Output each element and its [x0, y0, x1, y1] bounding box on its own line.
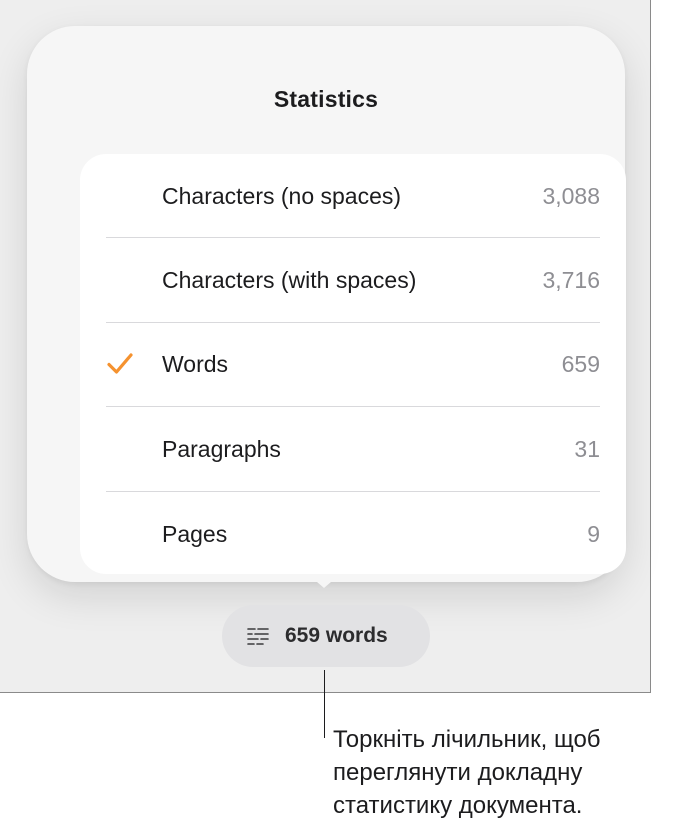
app-screen: Statistics Characters (no spaces) 3,088 …	[0, 0, 651, 693]
stat-label: Words	[162, 351, 229, 377]
callout-leader-line	[324, 670, 325, 738]
statistics-popover: Statistics Characters (no spaces) 3,088 …	[27, 26, 626, 582]
stat-row-paragraphs[interactable]: Paragraphs 31	[80, 407, 626, 491]
stat-label: Paragraphs	[162, 436, 281, 462]
callout-line-3: статистику документа.	[333, 792, 583, 819]
stat-value: 3,716	[542, 267, 600, 293]
popover-arrow	[310, 576, 338, 588]
callout-line-2: переглянути докладну	[333, 759, 583, 786]
stat-row-characters-no-spaces[interactable]: Characters (no spaces) 3,088	[80, 154, 626, 238]
callout-annotation: Торкніть лічильник, щоб переглянути докл…	[333, 723, 601, 822]
checkmark-icon	[106, 350, 134, 378]
stat-value: 9	[587, 521, 600, 547]
statistics-list: Characters (no spaces) 3,088 Characters …	[80, 154, 626, 574]
stat-row-words[interactable]: Words 659	[80, 322, 626, 406]
word-count-icon	[246, 626, 270, 646]
stat-label: Characters (with spaces)	[162, 267, 417, 293]
popover-title: Statistics	[273, 86, 379, 112]
word-count-button[interactable]: 659 words	[222, 605, 430, 667]
callout-line-1: Торкніть лічильник, щоб	[333, 726, 601, 753]
word-count-label: 659 words	[285, 624, 388, 647]
stat-value: 3,088	[542, 183, 600, 209]
stat-value: 31	[574, 436, 600, 462]
stat-row-pages[interactable]: Pages 9	[80, 492, 626, 576]
stat-label: Characters (no spaces)	[162, 183, 402, 209]
stat-row-characters-with-spaces[interactable]: Characters (with spaces) 3,716	[80, 238, 626, 322]
stat-value: 659	[561, 351, 600, 377]
stat-label: Pages	[162, 521, 228, 547]
